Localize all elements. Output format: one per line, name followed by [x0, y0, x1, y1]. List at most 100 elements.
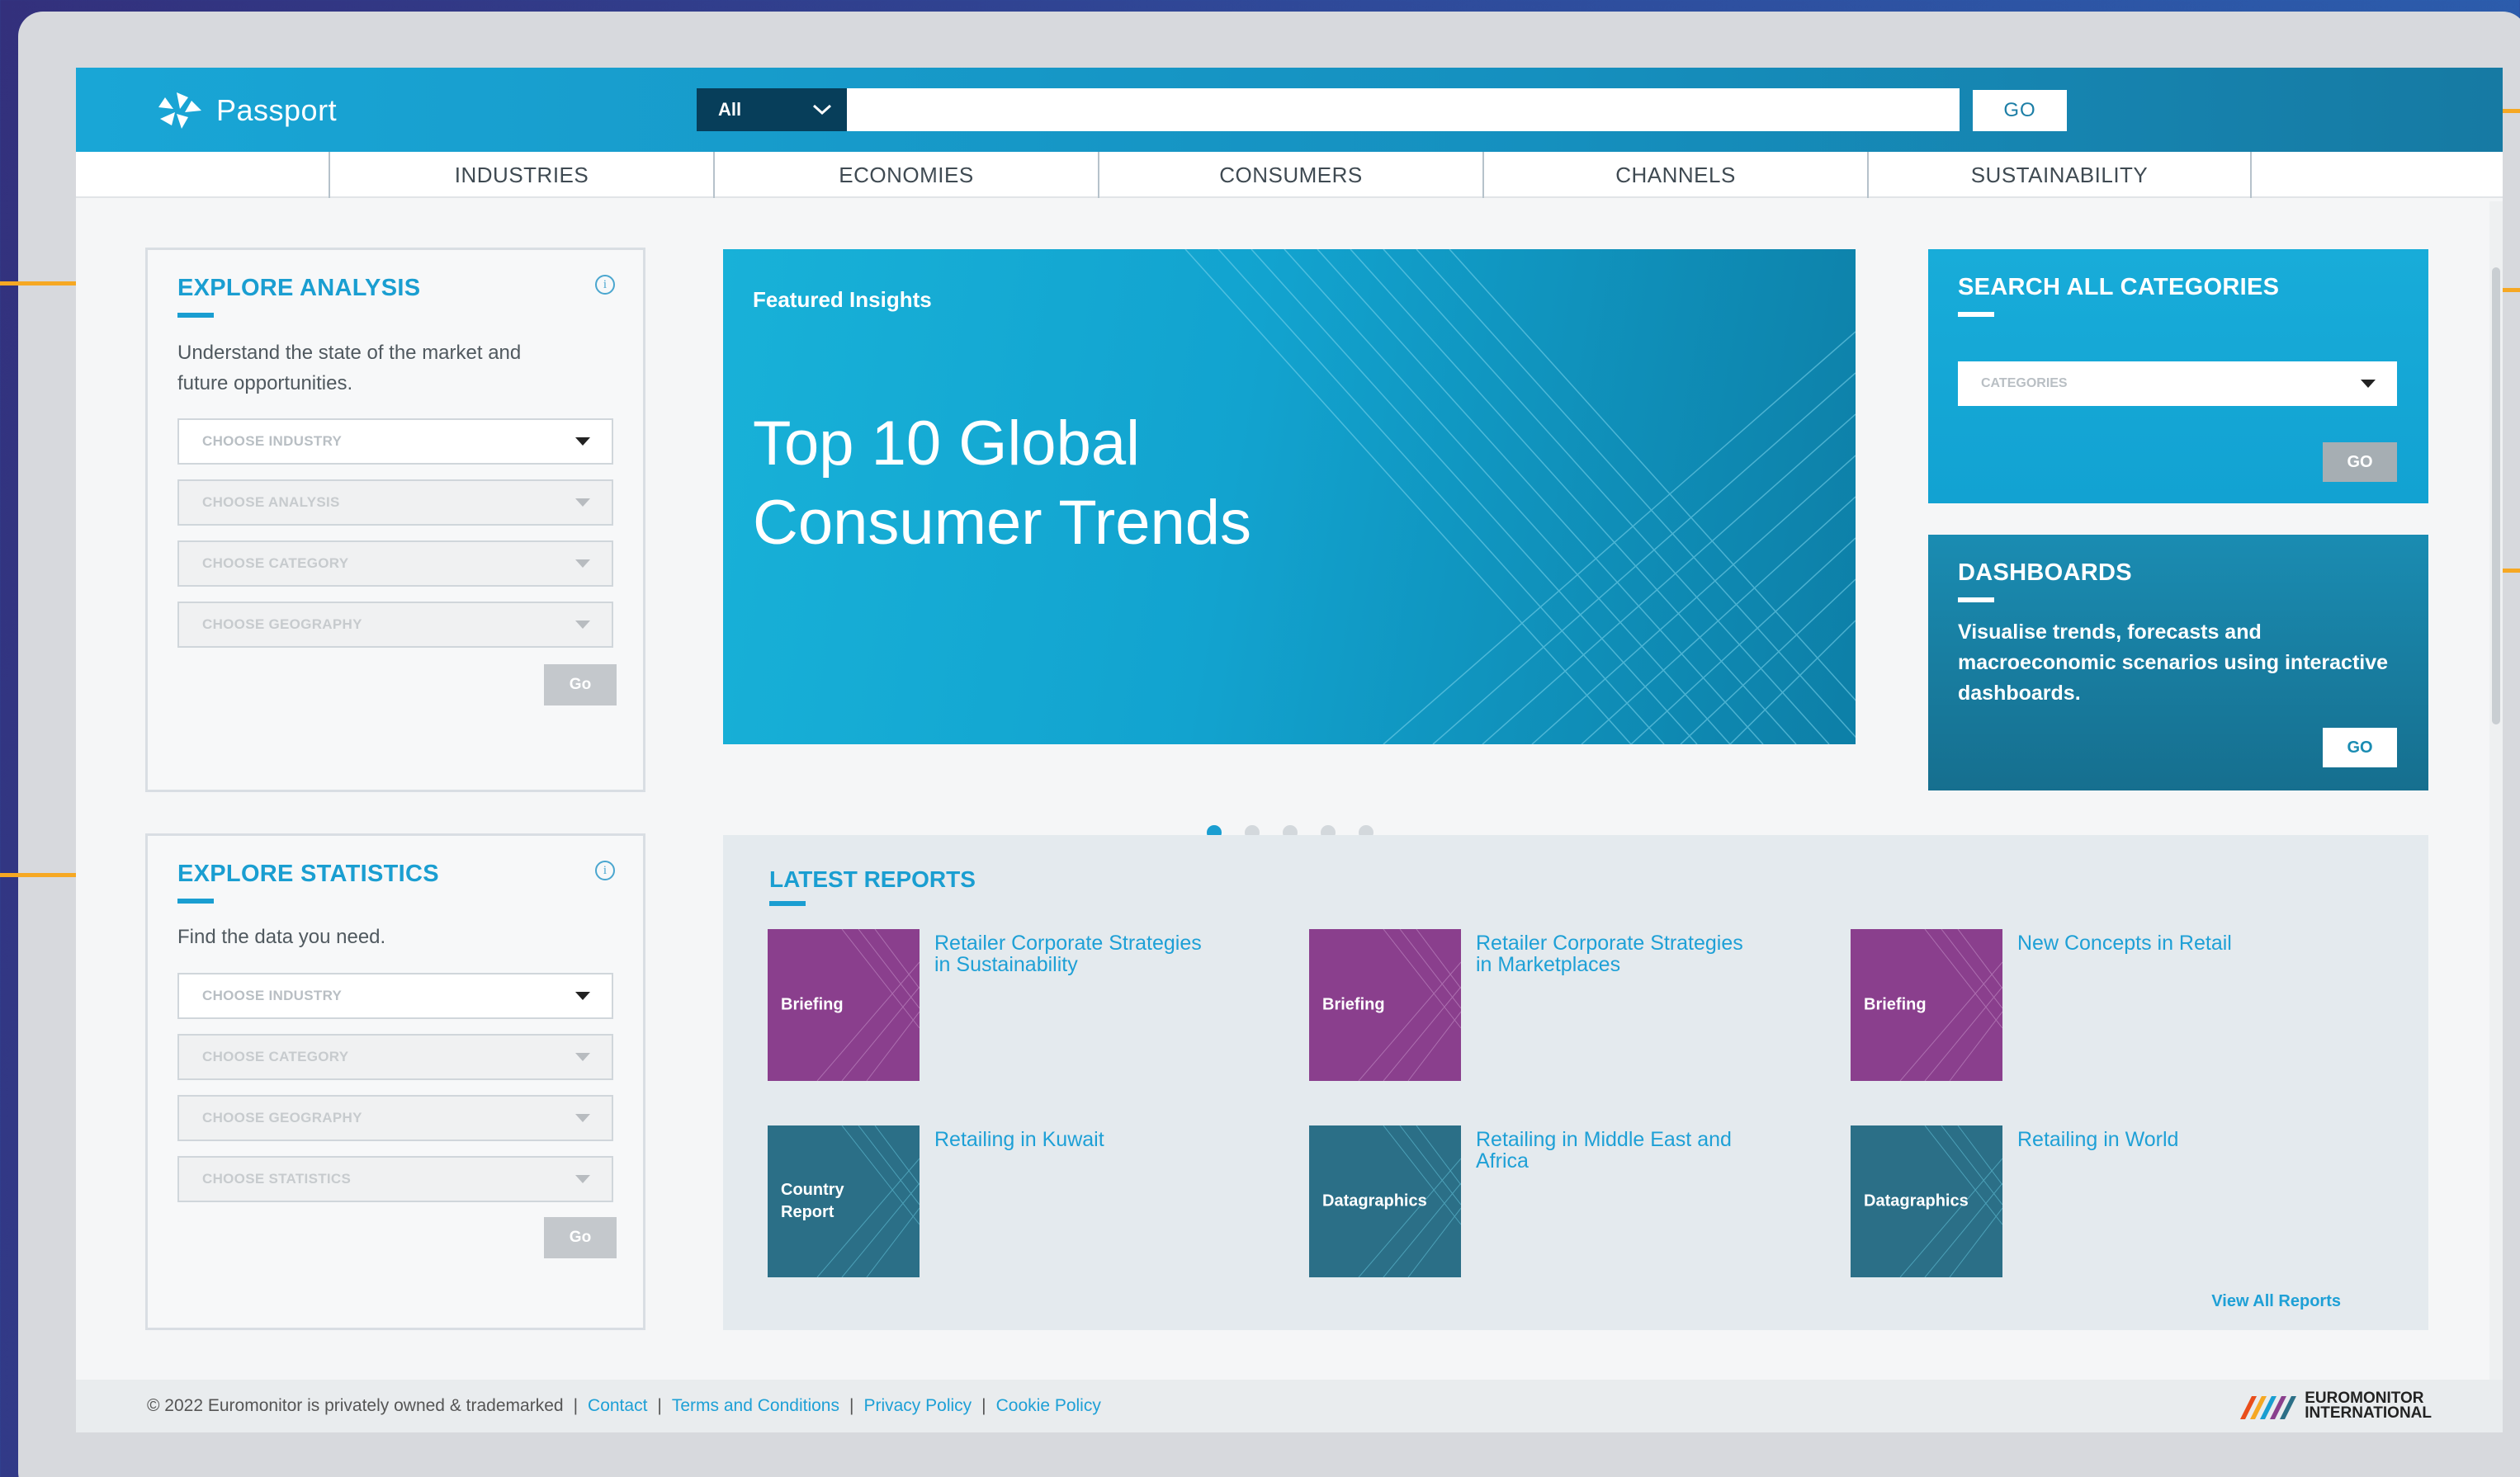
- app-name: Passport: [216, 93, 338, 127]
- report-title-line: Retailer Corporate Strategies: [1476, 932, 1743, 955]
- scrollbar-thumb[interactable]: [2492, 267, 2500, 724]
- title-underline: [1958, 312, 1994, 317]
- report-title[interactable]: Retailing in Kuwait: [934, 1129, 1248, 1150]
- copyright-text: © 2022 Euromonitor is privately owned & …: [147, 1396, 564, 1415]
- report-title-line: Africa: [1476, 1149, 1529, 1173]
- choose-category-dropdown[interactable]: CHOOSE CATEGORY: [177, 1034, 613, 1080]
- choose-analysis-dropdown[interactable]: CHOOSE ANALYSIS: [177, 479, 613, 526]
- choose-category-dropdown[interactable]: CHOOSE CATEGORY: [177, 540, 613, 587]
- report-thumbnail[interactable]: Briefing: [768, 929, 920, 1081]
- report-thumbnail[interactable]: Briefing: [1309, 929, 1461, 1081]
- browser-screen: Passport All GO INDUSTRIES ECONOMIES CON…: [76, 68, 2503, 1432]
- report-type: Briefing: [1322, 995, 1385, 1014]
- footer-link-contact[interactable]: Contact: [588, 1396, 647, 1416]
- featured-insights-banner[interactable]: Featured Insights Top 10 Global Consumer…: [723, 249, 1856, 744]
- view-all-reports-link[interactable]: View All Reports: [2211, 1292, 2341, 1311]
- nav-channels[interactable]: CHANNELS: [1482, 152, 1867, 198]
- dropdown-label: CHOOSE GEOGRAPHY: [202, 1110, 362, 1125]
- caret-down-icon: [2361, 380, 2376, 388]
- caret-down-icon: [575, 621, 590, 629]
- caret-down-icon: [575, 559, 590, 568]
- report-card[interactable]: Country Report Retailing in Kuwait: [768, 1125, 1296, 1277]
- main-nav: INDUSTRIES ECONOMIES CONSUMERS CHANNELS …: [76, 152, 2503, 198]
- report-thumbnail[interactable]: Briefing: [1851, 929, 2002, 1081]
- nav-industries[interactable]: INDUSTRIES: [329, 152, 713, 198]
- analysis-go-button[interactable]: Go: [544, 664, 617, 705]
- footer-link-terms[interactable]: Terms and Conditions: [672, 1396, 839, 1416]
- dashboards-card: DASHBOARDS Visualise trends, forecasts a…: [1928, 535, 2428, 790]
- categories-go-button[interactable]: GO: [2323, 442, 2397, 482]
- report-title[interactable]: Retailing in Middle East and Africa: [1476, 1129, 1790, 1172]
- euromonitor-logo[interactable]: EUROMONITOR INTERNATIONAL: [2237, 1390, 2432, 1422]
- explore-analysis-title: EXPLORE ANALYSIS: [177, 275, 421, 301]
- footer-link-privacy[interactable]: Privacy Policy: [863, 1396, 972, 1416]
- report-title-line: in Marketplaces: [1476, 953, 1621, 976]
- report-card[interactable]: Datagraphics Retailing in Middle East an…: [1309, 1125, 1837, 1277]
- dashboards-title: DASHBOARDS: [1958, 559, 2132, 586]
- report-title[interactable]: New Concepts in Retail: [2017, 932, 2331, 954]
- caret-down-icon: [575, 437, 590, 446]
- report-type: Datagraphics: [1322, 1192, 1427, 1210]
- hero-title-line: Top 10 Global: [753, 408, 1140, 479]
- description-line: Visualise trends, forecasts and: [1958, 621, 2262, 644]
- description-line: macroeconomic scenarios using interactiv…: [1958, 651, 2389, 674]
- passport-logo-icon: [158, 92, 201, 129]
- dashboards-description: Visualise trends, forecasts and macroeco…: [1958, 617, 2388, 709]
- categories-dropdown[interactable]: CATEGORIES: [1958, 361, 2397, 406]
- choose-statistics-dropdown[interactable]: CHOOSE STATISTICS: [177, 1156, 613, 1202]
- search-scope-select[interactable]: All: [697, 88, 847, 131]
- caret-down-icon: [575, 992, 590, 1000]
- report-title[interactable]: Retailer Corporate Strategies in Sustain…: [934, 932, 1248, 975]
- report-title[interactable]: Retailing in World: [2017, 1129, 2331, 1150]
- footer: © 2022 Euromonitor is privately owned & …: [76, 1380, 2503, 1432]
- report-thumbnail[interactable]: Datagraphics: [1309, 1125, 1461, 1277]
- title-underline: [177, 899, 214, 904]
- report-type: Briefing: [1864, 995, 1927, 1014]
- report-card[interactable]: Datagraphics Retailing in World: [1851, 1125, 2379, 1277]
- search-scope-label: All: [718, 99, 742, 120]
- explore-analysis-panel: EXPLORE ANALYSIS i Understand the state …: [145, 248, 645, 792]
- chevron-down-icon: [812, 104, 832, 116]
- hero-title-line: Consumer Trends: [753, 488, 1252, 558]
- report-card[interactable]: Briefing Retailer Corporate Strategies i…: [768, 929, 1296, 1081]
- dropdown-label: CHOOSE ANALYSIS: [202, 494, 340, 510]
- title-underline: [177, 313, 214, 318]
- report-thumbnail[interactable]: Datagraphics: [1851, 1125, 2002, 1277]
- dropdown-label: CHOOSE CATEGORY: [202, 555, 349, 571]
- statistics-go-button[interactable]: Go: [544, 1217, 617, 1258]
- dashboards-go-button[interactable]: GO: [2323, 728, 2397, 767]
- passport-logo[interactable]: Passport: [155, 87, 337, 134]
- search-input[interactable]: [847, 88, 1960, 131]
- search-go-button[interactable]: GO: [1973, 90, 2067, 131]
- report-title[interactable]: Retailer Corporate Strategies in Marketp…: [1476, 932, 1790, 975]
- choose-geography-dropdown[interactable]: CHOOSE GEOGRAPHY: [177, 1095, 613, 1141]
- footer-link-cookie[interactable]: Cookie Policy: [996, 1396, 1101, 1416]
- description-line: future opportunities.: [177, 372, 353, 394]
- footer-separator: |: [849, 1396, 854, 1415]
- nav-sustainability[interactable]: SUSTAINABILITY: [1867, 152, 2252, 198]
- report-title-line: Retailing in World: [2017, 1128, 2179, 1151]
- choose-industry-dropdown[interactable]: CHOOSE INDUSTRY: [177, 418, 613, 465]
- report-card[interactable]: Briefing New Concepts in Retail: [1851, 929, 2379, 1081]
- search-all-categories-card: SEARCH ALL CATEGORIES CATEGORIES GO: [1928, 249, 2428, 503]
- report-type-line: Country: [781, 1181, 844, 1199]
- dropdown-label: CHOOSE INDUSTRY: [202, 433, 343, 449]
- report-thumbnail[interactable]: Country Report: [768, 1125, 920, 1277]
- caret-down-icon: [575, 498, 590, 507]
- report-title-line: Retailing in Kuwait: [934, 1128, 1104, 1151]
- dropdown-label: CHOOSE STATISTICS: [202, 1171, 352, 1187]
- choose-geography-dropdown[interactable]: CHOOSE GEOGRAPHY: [177, 602, 613, 648]
- choose-industry-dropdown[interactable]: CHOOSE INDUSTRY: [177, 973, 613, 1019]
- brand-line: INTERNATIONAL: [2305, 1404, 2432, 1422]
- page-scrollbar[interactable]: [2489, 201, 2503, 1380]
- report-type: Briefing: [781, 995, 844, 1014]
- info-icon[interactable]: i: [595, 275, 615, 295]
- euromonitor-wordmark: EUROMONITOR INTERNATIONAL: [2305, 1390, 2432, 1422]
- caret-down-icon: [575, 1114, 590, 1122]
- nav-economies[interactable]: ECONOMIES: [713, 152, 1098, 198]
- euromonitor-logo-icon: [2240, 1396, 2297, 1419]
- info-icon[interactable]: i: [595, 861, 615, 880]
- nav-consumers[interactable]: CONSUMERS: [1098, 152, 1482, 198]
- report-card[interactable]: Briefing Retailer Corporate Strategies i…: [1309, 929, 1837, 1081]
- search-categories-title: SEARCH ALL CATEGORIES: [1958, 274, 2280, 300]
